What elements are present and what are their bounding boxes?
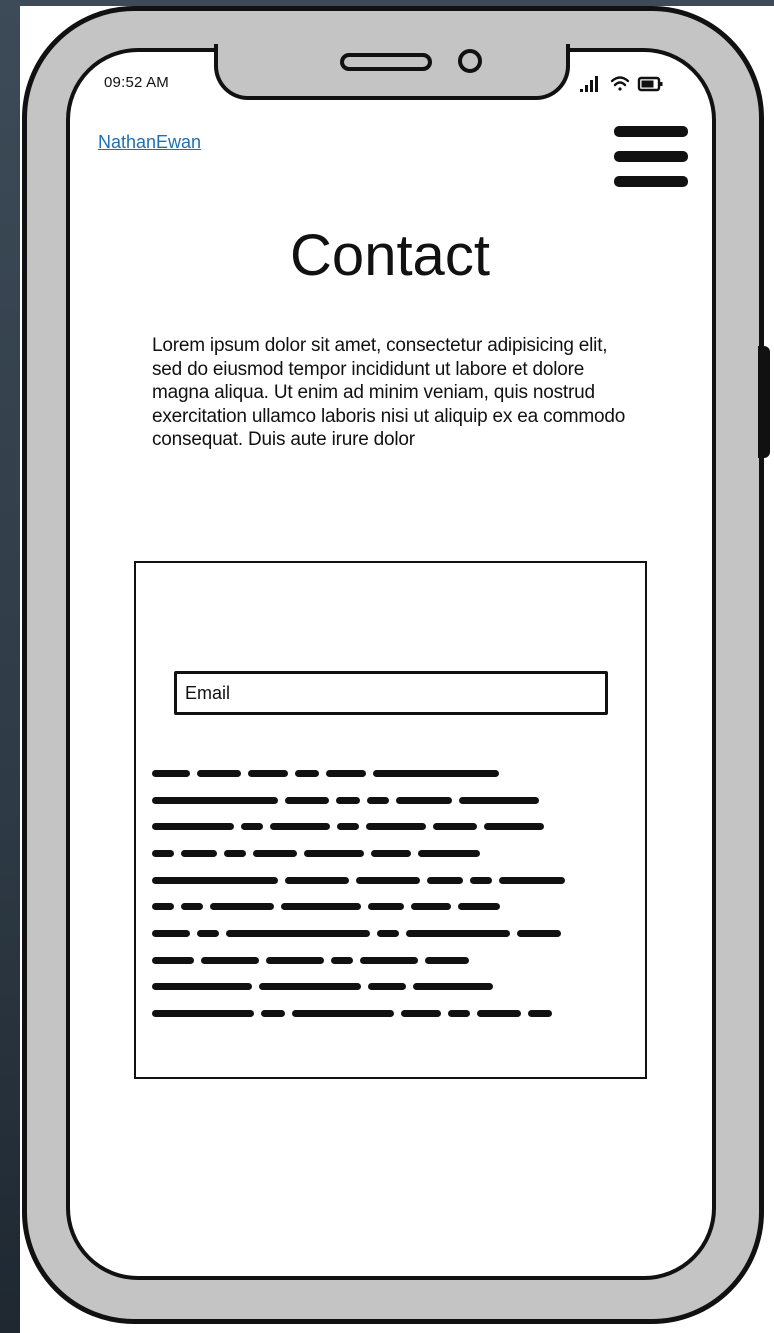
scribble-word xyxy=(499,876,565,884)
scribble-word xyxy=(406,929,510,937)
scribble-word xyxy=(197,929,219,937)
scribble-word xyxy=(433,823,477,831)
scribble-word xyxy=(201,956,259,964)
scribble-line xyxy=(152,840,628,867)
scribble-line xyxy=(152,867,628,894)
scribble-word xyxy=(477,1010,521,1018)
scribble-word xyxy=(152,849,174,857)
scribble-word xyxy=(226,929,370,937)
hamburger-menu-icon[interactable] xyxy=(614,126,688,188)
scribble-word xyxy=(371,849,411,857)
scribble-word xyxy=(425,956,469,964)
scribble-word xyxy=(241,823,263,831)
scribble-word xyxy=(253,849,297,857)
scribble-word xyxy=(181,849,217,857)
scribble-word xyxy=(152,796,278,804)
scribble-word xyxy=(210,903,274,911)
scribble-word xyxy=(248,769,288,777)
scribble-word xyxy=(152,956,194,964)
scribble-word xyxy=(373,769,499,777)
scribble-word xyxy=(261,1010,285,1018)
status-icons xyxy=(578,72,674,96)
scribble-word xyxy=(367,796,389,804)
scribble-word xyxy=(181,903,203,911)
scribble-word xyxy=(418,849,480,857)
scribble-word xyxy=(152,983,252,991)
scribble-word xyxy=(152,1010,254,1018)
menu-bar-bottom xyxy=(614,176,688,187)
scribble-line xyxy=(152,893,628,920)
scribble-word xyxy=(413,983,493,991)
scribble-word xyxy=(411,903,451,911)
camera-icon xyxy=(458,49,482,73)
scribble-word xyxy=(326,769,366,777)
scribble-line xyxy=(152,760,628,787)
scribble-word xyxy=(152,929,190,937)
scribble-line xyxy=(152,974,628,1001)
page-title: Contact xyxy=(290,223,490,288)
scribble-word xyxy=(292,1010,394,1018)
scribble-word xyxy=(368,903,404,911)
intro-paragraph: Lorem ipsum dolor sit amet, consectetur … xyxy=(152,335,626,450)
email-field[interactable] xyxy=(174,671,608,715)
scribble-word xyxy=(458,903,500,911)
scribble-word xyxy=(285,796,329,804)
scribble-word xyxy=(356,876,420,884)
scribble-word xyxy=(152,769,190,777)
scribble-word xyxy=(270,823,330,831)
scribble-word xyxy=(366,823,426,831)
background-strip xyxy=(0,0,20,1333)
battery-icon xyxy=(637,76,663,92)
scribble-word xyxy=(336,796,360,804)
scribble-word xyxy=(331,956,353,964)
scribble-word xyxy=(295,769,319,777)
scribble-word xyxy=(401,1010,441,1018)
scribble-word xyxy=(360,956,418,964)
scribble-word xyxy=(266,956,324,964)
scribble-word xyxy=(484,823,544,831)
scribble-word xyxy=(459,796,539,804)
status-time: 09:52 AM xyxy=(104,74,169,91)
scribble-word xyxy=(377,929,399,937)
scribble-line xyxy=(152,1000,628,1027)
notch-cover xyxy=(218,40,566,52)
scribble-word xyxy=(470,876,492,884)
wifi-icon xyxy=(610,76,630,91)
scribble-word xyxy=(337,823,359,831)
scribble-word xyxy=(304,849,364,857)
scribble-word xyxy=(427,876,463,884)
scribble-word xyxy=(396,796,452,804)
scribble-word xyxy=(197,769,241,777)
scribble-word xyxy=(285,876,349,884)
scribble-line xyxy=(152,813,628,840)
scribble-line xyxy=(152,787,628,814)
menu-bar-middle xyxy=(614,151,688,162)
signal-icon xyxy=(580,76,598,92)
brand-link[interactable]: NathanEwan xyxy=(98,132,201,153)
scribble-word xyxy=(224,849,246,857)
speaker-icon xyxy=(340,53,432,71)
scribble-word xyxy=(448,1010,470,1018)
scribble-line xyxy=(152,947,628,974)
scribble-word xyxy=(152,903,174,911)
scribble-word xyxy=(152,823,234,831)
scribble-word xyxy=(368,983,406,991)
scribble-word xyxy=(259,983,361,991)
scribble-word xyxy=(517,929,561,937)
scribble-word xyxy=(281,903,361,911)
scribble-line xyxy=(152,920,628,947)
scribble-word xyxy=(528,1010,552,1018)
menu-bar-top xyxy=(614,126,688,137)
phone-side-button xyxy=(758,346,770,458)
scribble-word xyxy=(152,876,278,884)
placeholder-scribble-text xyxy=(152,760,628,1027)
